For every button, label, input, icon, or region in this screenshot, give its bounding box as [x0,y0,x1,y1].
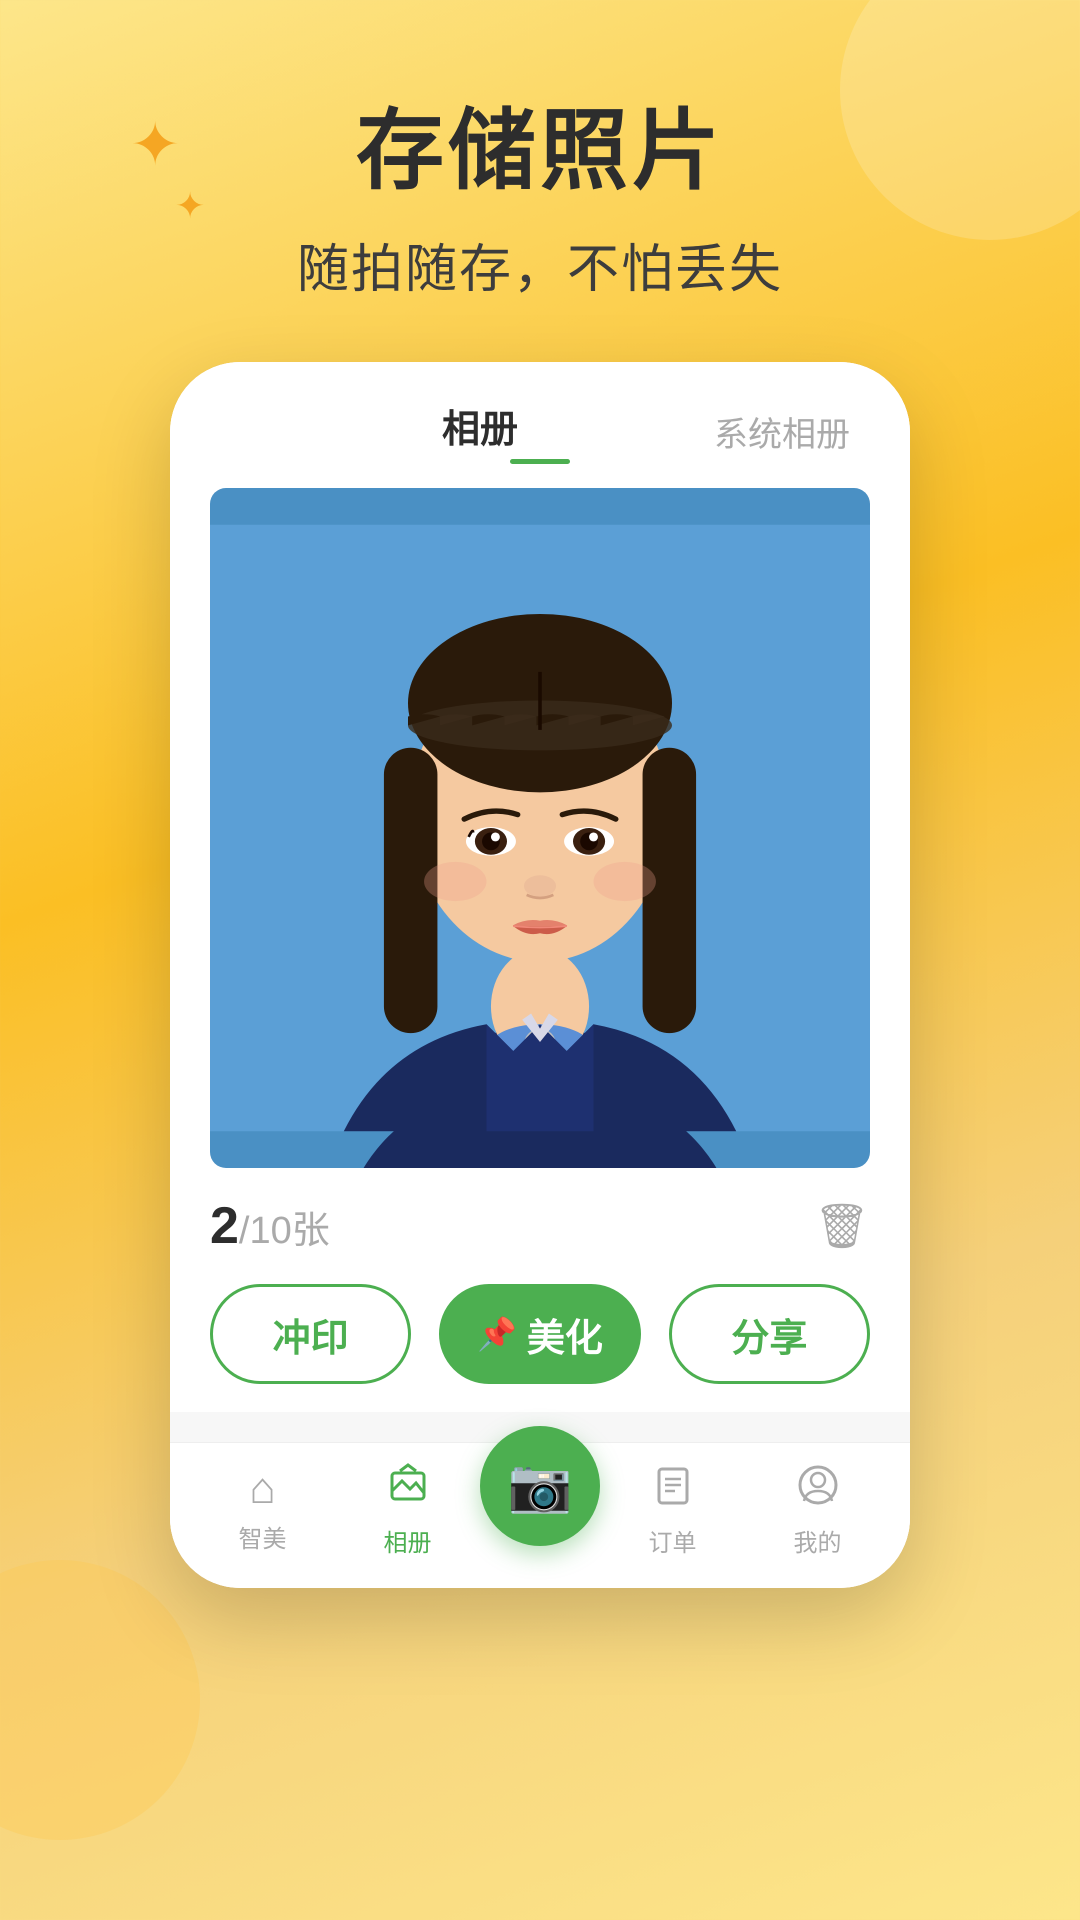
photo-container [170,488,910,1168]
nav-label-album: 相册 [384,1523,432,1558]
orders-icon [651,1463,695,1515]
app-header: 相册 系统相册 [170,362,910,488]
tab-system[interactable]: 系统相册 [714,407,850,456]
photo-frame [210,488,870,1168]
sub-title: 随拍随存，不怕丢失 [297,227,783,302]
tab-album-underline [510,459,570,464]
nav-label-orders: 订单 [649,1523,697,1558]
pin-icon: 📌 [477,1315,517,1353]
bottom-nav: ⌂ 智美 相册 📷 [170,1442,910,1588]
camera-icon: 📷 [508,1455,573,1516]
photo-counter: 2/10张 [210,1196,330,1256]
beautify-button[interactable]: 📌 美化 [439,1284,640,1384]
main-title: 存储照片 [356,80,724,207]
tab-album[interactable]: 相册 [442,398,638,464]
share-button[interactable]: 分享 [669,1284,870,1384]
camera-button[interactable]: 📷 [480,1426,600,1546]
nav-item-zhimei[interactable]: ⌂ 智美 [190,1467,335,1554]
phone-mockup: 相册 系统相册 [170,362,910,1588]
profile-icon [796,1463,840,1515]
delete-icon[interactable]: 🗑 [814,1200,870,1252]
home-icon: ⌂ [249,1467,276,1511]
nav-item-mine[interactable]: 我的 [745,1463,890,1558]
person-photo [210,488,870,1168]
bottom-controls: 2/10张 🗑 冲印 📌 美化 分享 [170,1168,910,1412]
nav-label-mine: 我的 [794,1523,842,1558]
action-buttons: 冲印 📌 美化 分享 [210,1284,870,1384]
nav-item-orders[interactable]: 订单 [600,1463,745,1558]
bg-blob-bottom-left [0,1560,200,1840]
nav-label-zhimei: 智美 [239,1519,287,1554]
photo-counter-row: 2/10张 🗑 [210,1196,870,1256]
nav-item-album[interactable]: 相册 [335,1463,480,1558]
print-button[interactable]: 冲印 [210,1284,411,1384]
album-icon [386,1463,430,1515]
